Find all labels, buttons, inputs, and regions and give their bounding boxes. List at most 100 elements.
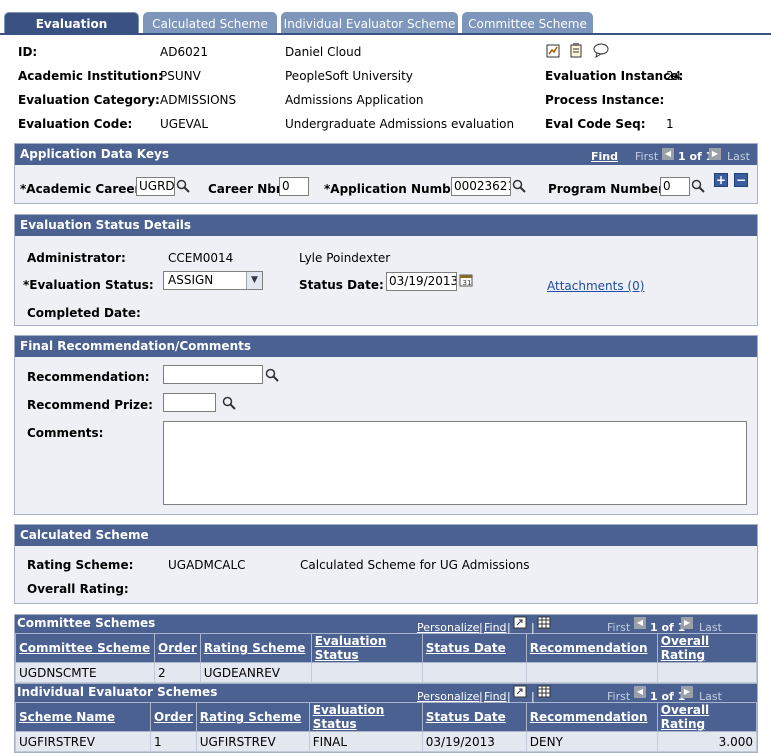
column-header-scheme-name[interactable]: Scheme Name <box>15 702 151 732</box>
career-nbr-label: Career Nbr: <box>208 182 287 196</box>
chevron-down-icon[interactable]: ▼ <box>246 272 262 289</box>
column-header-committee-scheme[interactable]: Committee Scheme <box>15 633 155 663</box>
cell-order: 1 <box>150 731 197 752</box>
tab-evaluation-overview[interactable]: Evaluation Overview <box>4 12 139 53</box>
add-row-button[interactable]: + <box>714 173 728 187</box>
column-header-recommendation[interactable]: Recommendation <box>525 633 658 663</box>
last-label: Last <box>699 690 722 703</box>
category-desc: Admissions Application <box>285 93 424 107</box>
evaluation-status-select[interactable]: ASSIGN ▼ <box>163 271 263 290</box>
calculated-scheme-title: Calculated Scheme <box>15 525 757 546</box>
committee-schemes-table: Committee Scheme Order Rating Scheme Eva… <box>15 633 758 683</box>
status-date-label: Status Date: <box>299 278 384 292</box>
notepad-icon[interactable] <box>569 43 583 58</box>
next-arrow-icon[interactable]: ▶ <box>681 686 693 698</box>
attachments-link[interactable]: Attachments (0) <box>547 279 644 293</box>
recommend-prize-input[interactable] <box>163 393 216 412</box>
column-header-overall-rating[interactable]: Overall Rating <box>656 702 758 732</box>
eval-code-desc: Undergraduate Admissions evaluation <box>285 117 515 131</box>
prev-arrow-icon[interactable]: ◀ <box>634 617 646 629</box>
delete-row-button[interactable]: − <box>734 173 748 187</box>
table-row[interactable]: UGFIRSTREV 1 UGFIRSTREV FINAL 03/19/2013… <box>15 731 758 752</box>
person-name: Daniel Cloud <box>285 45 362 59</box>
individual-schemes-title-text: Individual Evaluator Schemes <box>17 685 218 699</box>
separator: | <box>507 690 511 703</box>
find-link[interactable]: Find <box>484 688 507 705</box>
column-header-order[interactable]: Order <box>154 633 201 663</box>
calendar-icon[interactable]: 31 <box>459 273 473 287</box>
download-grid-icon[interactable] <box>537 685 551 698</box>
individual-schemes-title: Individual Evaluator Schemes Personalize… <box>15 684 757 705</box>
cell-rating-scheme: UGFIRSTREV <box>195 731 310 752</box>
next-arrow-icon[interactable]: ▶ <box>709 148 721 160</box>
tab-calculated-scheme[interactable]: Calculated Scheme <box>143 12 277 34</box>
prize-search-icon[interactable] <box>222 396 236 410</box>
comments-textarea[interactable] <box>163 421 747 505</box>
career-search-icon[interactable] <box>176 179 190 193</box>
column-header-order[interactable]: Order <box>150 702 197 732</box>
grid-toolbar: Personalize | Find | | First ◀ 1 of 1 ▶ … <box>417 684 757 705</box>
view-all-icon[interactable] <box>513 685 527 698</box>
personalize-link[interactable]: Personalize <box>417 619 479 636</box>
column-header-evaluation-status[interactable]: Evaluation Status <box>308 702 423 732</box>
column-header-rating-scheme[interactable]: Rating Scheme <box>195 702 310 732</box>
column-header-recommendation[interactable]: Recommendation <box>525 702 658 732</box>
recommendation-label: Recommendation: <box>27 370 150 384</box>
prev-arrow-icon[interactable]: ◀ <box>662 148 674 160</box>
column-header-evaluation-status[interactable]: Evaluation Status <box>310 633 423 663</box>
view-all-icon[interactable] <box>513 616 527 629</box>
comment-bubble-icon[interactable] <box>593 43 609 58</box>
column-header-overall-rating[interactable]: Overall Rating <box>656 633 758 663</box>
prev-arrow-icon[interactable]: ◀ <box>634 686 646 698</box>
academic-career-input[interactable]: UGRD <box>136 177 175 196</box>
separator: | <box>479 621 483 634</box>
tab-committee-scheme[interactable]: Committee Scheme <box>462 12 593 34</box>
rating-scheme-desc: Calculated Scheme for UG Admissions <box>300 558 530 572</box>
administrator-value: CCEM0014 <box>168 251 234 265</box>
career-nbr-input[interactable]: 0 <box>279 177 309 196</box>
edit-chart-icon[interactable] <box>546 44 560 58</box>
program-search-icon[interactable] <box>691 179 705 193</box>
column-header-rating-scheme[interactable]: Rating Scheme <box>199 633 312 663</box>
institution-value: PSUNV <box>160 69 201 83</box>
rating-scheme-label: Rating Scheme: <box>27 558 134 572</box>
column-header-status-date[interactable]: Status Date <box>421 702 527 732</box>
find-link[interactable]: Find <box>591 150 618 163</box>
download-grid-icon[interactable] <box>537 616 551 629</box>
application-search-icon[interactable] <box>512 179 526 193</box>
separator: | <box>531 621 535 634</box>
recommendation-input[interactable] <box>163 365 263 384</box>
evaluation-status-value: ASSIGN <box>168 273 214 287</box>
personalize-link[interactable]: Personalize <box>417 688 479 705</box>
instance-value: 24 <box>666 69 682 83</box>
recommendation-search-icon[interactable] <box>265 368 279 382</box>
eval-code-value: UGEVAL <box>160 117 208 131</box>
overall-rating-label: Overall Rating: <box>27 582 129 596</box>
academic-career-label: *Academic Career: <box>20 182 146 196</box>
program-number-input[interactable]: 0 <box>660 177 690 196</box>
administrator-name: Lyle Poindexter <box>299 251 391 265</box>
column-header-status-date[interactable]: Status Date <box>421 633 527 663</box>
status-date-input[interactable]: 03/19/2013 <box>386 272 457 291</box>
individual-evaluator-schemes-grid: Individual Evaluator Schemes Personalize… <box>14 683 758 753</box>
cell-evaluation-status: FINAL <box>308 731 423 752</box>
find-link[interactable]: Find <box>484 619 507 636</box>
first-label: First <box>607 621 631 634</box>
final-recommendation-box: Final Recommendation/Comments Recommenda… <box>14 335 758 515</box>
cell-order: 2 <box>154 662 201 683</box>
committee-schemes-grid: Committee Schemes Personalize | Find | |… <box>14 614 758 684</box>
cell-overall-rating: 3.000 <box>656 731 758 752</box>
cell-recommendation <box>525 662 658 683</box>
application-number-input[interactable]: 00023621 <box>451 177 511 196</box>
tab-individual-evaluator-scheme[interactable]: Individual Evaluator Scheme <box>281 12 458 34</box>
last-label: Last <box>699 621 722 634</box>
cell-committee-scheme: UGDNSCMTE <box>15 662 155 683</box>
grid-toolbar: Personalize | Find | | First ◀ 1 of 1 ▶ … <box>417 615 757 636</box>
table-header-row: Scheme Name Order Rating Scheme Evaluati… <box>15 702 758 732</box>
completed-date-label: Completed Date: <box>27 306 141 320</box>
cell-evaluation-status <box>310 662 423 683</box>
table-row[interactable]: UGDNSCMTE 2 UGDEANREV <box>15 662 758 683</box>
next-arrow-icon[interactable]: ▶ <box>681 617 693 629</box>
calculated-scheme-box: Calculated Scheme Rating Scheme: UGADMCA… <box>14 524 758 604</box>
cell-rating-scheme: UGDEANREV <box>199 662 312 683</box>
